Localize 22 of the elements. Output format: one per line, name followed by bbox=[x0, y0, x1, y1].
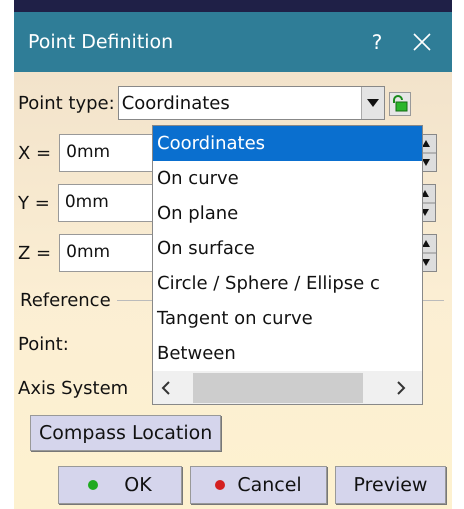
cancel-button[interactable]: Cancel bbox=[190, 466, 327, 504]
frame-label: Reference bbox=[20, 288, 111, 312]
dropdown-item[interactable]: On surface bbox=[153, 231, 422, 266]
field-label: Axis System bbox=[18, 376, 128, 400]
coordinate-label: X = bbox=[18, 142, 52, 166]
dropdown-item[interactable]: Circle / Sphere / Ellipse c bbox=[153, 266, 422, 301]
combo-value: Coordinates bbox=[122, 92, 230, 116]
dropdown-item[interactable]: Between bbox=[153, 336, 422, 371]
coordinate-label: Y = bbox=[18, 192, 50, 216]
dropdown-item[interactable]: On curve bbox=[153, 161, 422, 196]
window-title: Point Definition bbox=[28, 30, 174, 55]
ok-button[interactable]: OK bbox=[58, 466, 182, 504]
field-label: Point: bbox=[18, 332, 69, 356]
compass-location-button[interactable]: Compass Location bbox=[30, 415, 222, 451]
dropdown-item[interactable]: Coordinates bbox=[153, 126, 422, 161]
dropdown-item[interactable]: On plane bbox=[153, 196, 422, 231]
preview-button[interactable]: Preview bbox=[335, 466, 446, 504]
point-type-combo[interactable]: Coordinates bbox=[118, 86, 385, 120]
coordinate-label: Z = bbox=[18, 242, 52, 266]
dropdown-item[interactable]: Tangent on curve bbox=[153, 301, 422, 336]
help-button[interactable]: ? bbox=[362, 27, 392, 57]
field-label: Point type: bbox=[18, 92, 115, 116]
